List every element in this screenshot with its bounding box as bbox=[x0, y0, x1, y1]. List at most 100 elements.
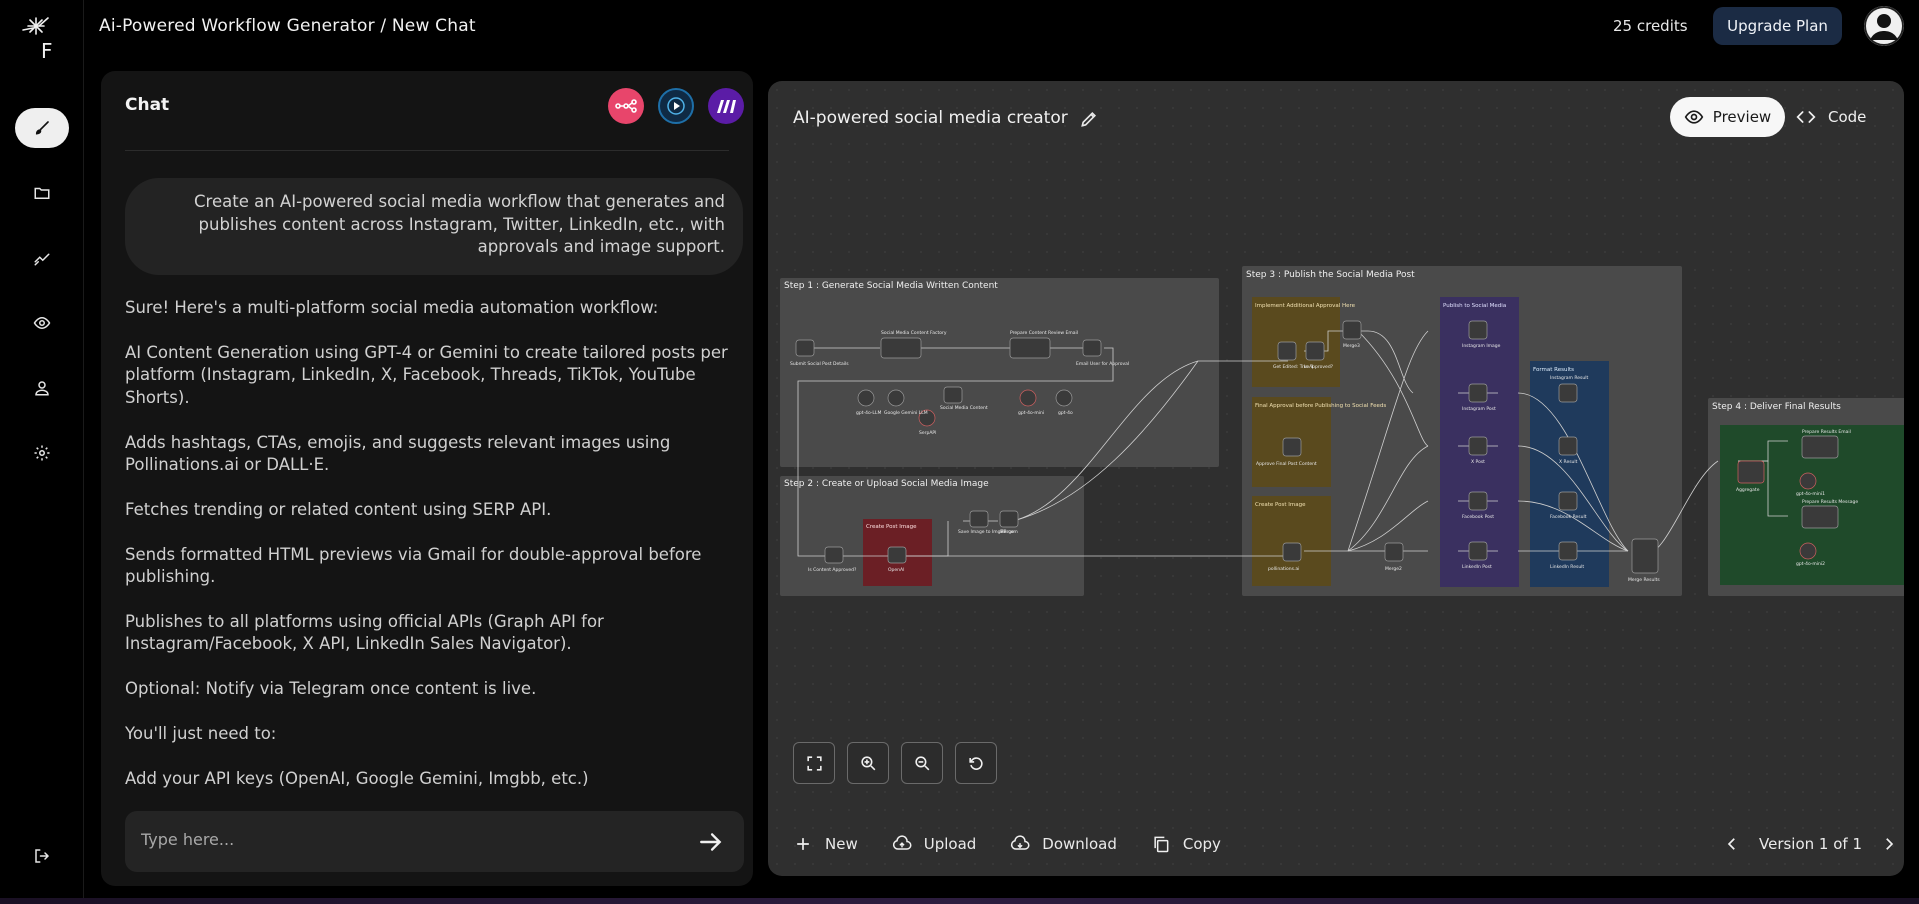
chevron-left-icon[interactable] bbox=[1723, 835, 1741, 853]
node-prepare-results-message[interactable] bbox=[1801, 505, 1839, 529]
node-label: Aggregate bbox=[1736, 487, 1760, 493]
upgrade-plan-button[interactable]: Upgrade Plan bbox=[1713, 7, 1842, 45]
chat-panel: Chat Create an AI-powered social media w… bbox=[101, 71, 753, 886]
assistant-paragraph: Sure! Here's a multi-platform social med… bbox=[125, 298, 659, 317]
send-arrow-icon[interactable] bbox=[698, 829, 724, 855]
node-label: pollinations.ai bbox=[1268, 566, 1299, 572]
node-merge[interactable] bbox=[999, 510, 1019, 528]
logout-icon bbox=[35, 849, 50, 863]
node-save-imgbb[interactable] bbox=[969, 510, 989, 528]
assistant-paragraph: You'll just need to: bbox=[125, 724, 277, 744]
sidebar-item-settings[interactable] bbox=[15, 433, 69, 473]
chat-divider bbox=[125, 150, 729, 151]
version-switcher: Version 1 of 1 bbox=[1723, 832, 1898, 856]
node-is-content-approved[interactable] bbox=[824, 546, 844, 564]
node-instagram-result[interactable] bbox=[1558, 383, 1578, 403]
app-logo[interactable]: F bbox=[20, 14, 64, 63]
node-approve-final[interactable] bbox=[1282, 437, 1302, 457]
sidebar-item-account[interactable] bbox=[15, 368, 69, 408]
chart-icon bbox=[34, 253, 50, 266]
node-facebook-result[interactable] bbox=[1558, 491, 1578, 511]
copy-icon bbox=[1154, 836, 1169, 853]
zoom-in-button[interactable] bbox=[847, 742, 889, 784]
new-button[interactable]: New bbox=[793, 834, 858, 854]
node-linkedin-post[interactable] bbox=[1468, 541, 1488, 561]
node-label: Prepare Results Message bbox=[1802, 499, 1858, 505]
download-button[interactable]: Download bbox=[1010, 834, 1117, 854]
node-merge2[interactable] bbox=[1384, 542, 1404, 562]
chevron-right-icon[interactable] bbox=[1880, 835, 1898, 853]
node-x-result[interactable] bbox=[1558, 436, 1578, 456]
node-gpt-4o-llm[interactable] bbox=[857, 389, 875, 407]
n8n-integration-button[interactable] bbox=[608, 88, 644, 124]
sidebar-item-projects[interactable] bbox=[15, 173, 69, 213]
node-gpt-4o[interactable] bbox=[1055, 389, 1073, 407]
node-gpt-4o-mini1[interactable] bbox=[1799, 472, 1817, 490]
node-label: LinkedIn Post bbox=[1462, 564, 1492, 570]
zoom-out-button[interactable] bbox=[901, 742, 943, 784]
node-label: X Result bbox=[1559, 459, 1578, 465]
upload-label: Upload bbox=[923, 835, 977, 853]
sidebar: F bbox=[0, 0, 84, 904]
fullscreen-icon bbox=[806, 755, 822, 771]
node-content-factory[interactable] bbox=[880, 337, 922, 359]
sidebar-item-create[interactable] bbox=[15, 108, 69, 148]
node-social-media-content[interactable] bbox=[943, 386, 963, 404]
assistant-paragraph: Fetches trending or related content usin… bbox=[125, 499, 552, 519]
node-instagram-image[interactable] bbox=[1468, 320, 1488, 340]
reset-view-button[interactable] bbox=[955, 742, 997, 784]
node-label: gpt-4o-mini1 bbox=[1796, 491, 1825, 497]
node-aggregate[interactable] bbox=[1737, 460, 1765, 484]
node-get-edited[interactable] bbox=[1277, 341, 1297, 361]
assistant-paragraph: Optional: Notify via Telegram once conte… bbox=[125, 679, 537, 699]
node-label: gpt-4o-LLM bbox=[856, 410, 881, 416]
node-prepare-review[interactable] bbox=[1009, 337, 1051, 359]
node-facebook-post[interactable] bbox=[1468, 491, 1488, 511]
make-integration-button[interactable] bbox=[708, 88, 744, 124]
node-label: Merge2 bbox=[1385, 566, 1402, 572]
group-additional-approval bbox=[1252, 297, 1340, 387]
upload-button[interactable]: Upload bbox=[892, 834, 977, 854]
chat-title: Chat bbox=[125, 95, 170, 115]
avatar[interactable] bbox=[1864, 6, 1904, 46]
node-linkedin-result[interactable] bbox=[1558, 541, 1578, 561]
node-gemini-llm[interactable] bbox=[887, 389, 905, 407]
fit-view-button[interactable] bbox=[793, 742, 835, 784]
node-email-approval[interactable] bbox=[1082, 339, 1102, 357]
node-label: Facebook Result bbox=[1550, 514, 1587, 520]
cloud-download-icon bbox=[1011, 835, 1030, 850]
node-gpt-4o-mini[interactable] bbox=[1019, 389, 1037, 407]
workflow-canvas[interactable]: AI-powered social media creator Preview … bbox=[768, 81, 1904, 876]
group-label: Create Post Image bbox=[1255, 502, 1306, 508]
node-label: Instagram Result bbox=[1550, 375, 1588, 381]
node-label: Submit Social Post Details bbox=[790, 361, 849, 367]
sidebar-item-analytics[interactable] bbox=[15, 238, 69, 278]
user-icon bbox=[35, 381, 49, 396]
group-step-1 bbox=[780, 278, 1219, 467]
message-input[interactable] bbox=[141, 830, 661, 849]
node-merge-results[interactable] bbox=[1631, 538, 1659, 574]
pipedream-integration-button[interactable] bbox=[658, 88, 694, 124]
node-gpt-4o-mini2[interactable] bbox=[1799, 542, 1817, 560]
assistant-paragraph: Adds hashtags, CTAs, emojis, and suggest… bbox=[125, 432, 671, 475]
node-x-post[interactable] bbox=[1468, 436, 1488, 456]
group-label: Create Post Image bbox=[866, 524, 917, 530]
node-prepare-results-email[interactable] bbox=[1801, 435, 1839, 459]
copy-button[interactable]: Copy bbox=[1151, 834, 1221, 854]
group-label: Step 2 : Create or Upload Social Media I… bbox=[784, 479, 989, 489]
group-label: Implement Additional Approval Here bbox=[1255, 303, 1356, 309]
node-is-approved[interactable] bbox=[1305, 341, 1325, 361]
sidebar-item-preview[interactable] bbox=[15, 303, 69, 343]
logout-button[interactable] bbox=[15, 836, 69, 876]
node-label: Prepare Content Review Email bbox=[1010, 330, 1078, 336]
node-submit-form[interactable] bbox=[795, 339, 815, 357]
node-openai[interactable] bbox=[887, 546, 907, 564]
brush-icon bbox=[35, 121, 49, 135]
node-instagram-post[interactable] bbox=[1468, 383, 1488, 403]
node-pollinations[interactable] bbox=[1282, 542, 1302, 562]
node-label: Google Gemini LLM bbox=[884, 410, 928, 416]
credits-counter: 25 credits bbox=[1613, 17, 1688, 35]
node-merge3[interactable] bbox=[1342, 320, 1362, 340]
bottom-strip bbox=[0, 898, 1919, 904]
node-label: Prepare Results Email bbox=[1802, 429, 1851, 435]
